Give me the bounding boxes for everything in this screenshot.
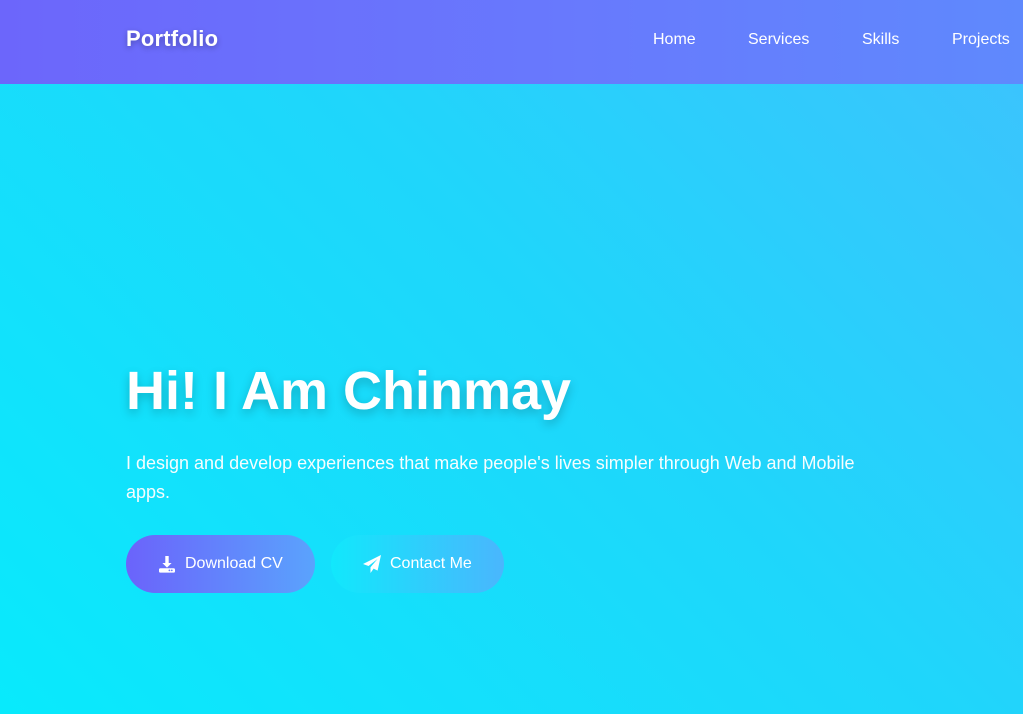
brand-logo[interactable]: Portfolio	[126, 26, 218, 52]
paper-plane-icon	[362, 554, 390, 574]
portfolio-page: Portfolio Home Services Skills Projects …	[0, 0, 1023, 714]
navbar: Portfolio Home Services Skills Projects	[0, 0, 1023, 84]
nav-link-services[interactable]: Services	[748, 31, 809, 49]
nav-link-projects[interactable]: Projects	[952, 31, 1010, 49]
download-cv-label: Download CV	[185, 555, 283, 572]
contact-me-button[interactable]: Contact Me	[331, 535, 504, 593]
nav-link-skills[interactable]: Skills	[862, 31, 899, 49]
hero-title: Hi! I Am Chinmay	[126, 361, 572, 421]
hero-subtitle: I design and develop experiences that ma…	[126, 453, 855, 502]
nav-link-home[interactable]: Home	[653, 31, 696, 49]
contact-me-label: Contact Me	[390, 555, 472, 572]
download-cv-button[interactable]: Download CV	[126, 535, 315, 593]
download-icon	[157, 554, 185, 574]
